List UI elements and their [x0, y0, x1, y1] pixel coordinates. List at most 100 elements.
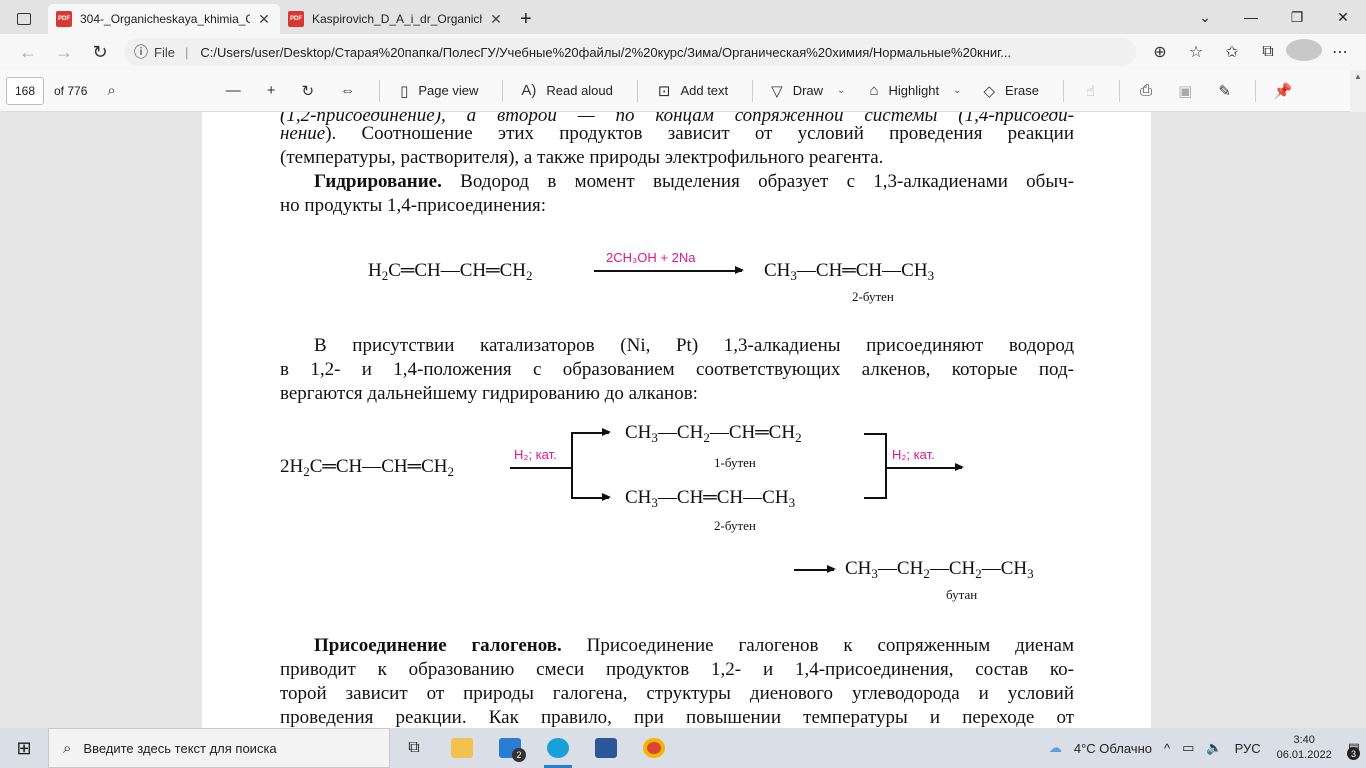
chevron-down-icon[interactable]: ⌄ — [837, 85, 845, 96]
text-box-icon: ⊡ — [657, 82, 671, 100]
book-icon: ▯ — [400, 82, 409, 100]
product-caption: бутан — [946, 587, 978, 602]
notifications-icon[interactable]: ▤3 — [1347, 740, 1360, 760]
formula-reactant: H2C═CH—CH═CH2 — [368, 260, 533, 283]
taskbar: ⊞ ⌕ Введите здесь текст для поиска ⧉ 2 ☁… — [0, 728, 1366, 768]
save-icon[interactable]: ▣ — [1178, 82, 1192, 100]
draw-button[interactable]: ▽ Draw ⌄ — [771, 82, 845, 100]
favorites-icon[interactable]: ✩ — [1214, 42, 1250, 62]
bracket-line — [864, 433, 886, 435]
zoom-icon[interactable]: ⊕ — [1142, 42, 1178, 62]
text-line: вергаются дальнейшему гидрированию до ал… — [280, 383, 698, 404]
bracket-line — [864, 497, 886, 499]
collections-icon[interactable]: ⧉ — [1250, 43, 1286, 61]
mail-badge: 2 — [512, 748, 526, 762]
close-window-button[interactable]: ✕ — [1320, 9, 1366, 26]
refresh-button[interactable]: ↻ — [82, 42, 118, 63]
volume-icon[interactable]: 🔈 — [1206, 740, 1222, 756]
tab-title: 304-_Organicheskaya_khimia_Ch — [80, 12, 250, 26]
scroll-up-icon[interactable]: ▲ — [1354, 72, 1362, 81]
mail-icon[interactable]: 2 — [486, 728, 534, 768]
windows-start-icon[interactable]: ⊞ — [0, 738, 48, 759]
chrome-icon[interactable] — [630, 728, 678, 768]
tab-bar: PDF 304-_Organicheskaya_khimia_Ch ✕ PDF … — [0, 0, 1366, 34]
fit-page-icon[interactable]: ⇔ — [340, 82, 355, 99]
back-button[interactable]: ← — [10, 42, 46, 63]
time: 3:40 — [1293, 734, 1315, 746]
text-line: В присутствии катализаторов (Ni, Pt) 1,3… — [314, 335, 1074, 356]
reaction-line — [510, 467, 572, 469]
rotate-icon[interactable]: ↻ — [302, 82, 315, 100]
divider — [752, 79, 754, 102]
close-icon[interactable]: ✕ — [256, 11, 272, 28]
date: 06.01.2022 — [1276, 749, 1332, 761]
eraser-icon: ◇ — [983, 82, 996, 100]
address-bar-row: ← → ↻ ⓘ File | C:/Users/user/Desktop/Ста… — [0, 34, 1366, 70]
network-icon[interactable]: ▭ — [1182, 740, 1194, 756]
tab-actions-button[interactable] — [0, 4, 48, 34]
add-text-button[interactable]: ⊡ Add text — [658, 82, 728, 100]
erase-button[interactable]: ◇ Erase — [983, 82, 1039, 100]
read-aloud-button[interactable]: A) Read aloud — [521, 82, 613, 99]
add-favorite-icon[interactable]: ☆ — [1178, 42, 1214, 62]
page-view-button[interactable]: ▯ Page view — [400, 82, 478, 100]
search-icon[interactable]: ⌕ — [107, 82, 115, 99]
new-tab-button[interactable]: + — [512, 4, 540, 34]
info-icon[interactable]: ⓘ — [134, 42, 148, 62]
address-icons: ⊕ ☆ ✩ ⧉ ⋯ — [1142, 38, 1366, 66]
highlighter-icon: ⌂ — [869, 82, 879, 99]
chevron-up-icon[interactable]: ^ — [1164, 741, 1170, 756]
divider — [636, 79, 638, 102]
erase-label: Erase — [1005, 83, 1039, 98]
reagent-label: 2CH₃OH + 2Na — [606, 250, 696, 265]
minimize-button[interactable]: — — [1228, 9, 1274, 25]
text-line: но продукты 1,4-присоединения: — [280, 195, 547, 216]
search-icon: ⌕ — [63, 739, 72, 757]
clock[interactable]: 3:40 06.01.2022 — [1277, 733, 1332, 763]
reagent-label: H₂; кат. — [892, 447, 935, 462]
reaction-arrow — [571, 429, 611, 435]
chevron-down-icon[interactable]: ⌄ — [1182, 9, 1228, 26]
language-indicator[interactable]: РУС — [1235, 741, 1261, 756]
divider — [502, 79, 504, 102]
print-icon[interactable]: ⎙ — [1140, 82, 1152, 99]
divider: | — [184, 44, 189, 60]
weather-text[interactable]: 4°C Облачно — [1074, 741, 1152, 756]
divider — [1254, 79, 1256, 102]
formula-reactant: 2H2C═CH—CH═CH2 — [280, 456, 455, 479]
product-caption: 2-бутен — [714, 518, 756, 533]
highlight-button[interactable]: ⌂ Highlight ⌄ — [869, 82, 961, 99]
cloud-icon: ☁ — [1048, 740, 1062, 755]
close-icon[interactable]: ✕ — [488, 11, 504, 28]
taskbar-search[interactable]: ⌕ Введите здесь текст для поиска — [48, 728, 390, 768]
text-line: проведения реакции. Как правило, при пов… — [280, 707, 1074, 728]
address-field[interactable]: ⓘ File | C:/Users/user/Desktop/Старая%20… — [124, 38, 1136, 66]
page-number-input[interactable]: 168 — [6, 76, 44, 105]
more-icon[interactable]: ⋯ — [1322, 42, 1358, 62]
word-icon[interactable] — [582, 728, 630, 768]
text-line: Присоединение галогенов. Присоединение г… — [314, 635, 1074, 656]
pdf-page: (1,2-присоединение), а второй — по конца… — [202, 112, 1151, 728]
draw-label: Draw — [792, 83, 824, 98]
tab-pdf-2[interactable]: PDF Kaspirovich_D_A_i_dr_Organiche ✕ — [280, 4, 512, 34]
forward-button[interactable]: → — [46, 42, 82, 63]
page-total: of 776 — [54, 83, 88, 98]
window-controls: ⌄ — ❐ ✕ — [1182, 0, 1366, 34]
task-view-icon[interactable]: ⧉ — [390, 728, 438, 768]
product-caption: 2-бутен — [852, 289, 894, 304]
tab-pdf-1[interactable]: PDF 304-_Organicheskaya_khimia_Ch ✕ — [48, 4, 280, 34]
zoom-out-icon[interactable]: — — [226, 82, 241, 99]
protocol-label: File — [154, 44, 175, 60]
edge-icon[interactable] — [534, 728, 582, 768]
zoom-in-icon[interactable]: + — [267, 82, 276, 99]
pin-icon[interactable]: 📌 — [1274, 82, 1293, 100]
restore-button[interactable]: ❐ — [1274, 9, 1320, 26]
pdf-icon: PDF — [288, 11, 304, 27]
file-explorer-icon[interactable] — [438, 728, 486, 768]
save-as-icon[interactable]: ✎ — [1218, 82, 1231, 100]
touch-icon[interactable]: ☝ — [1086, 82, 1095, 100]
chevron-down-icon[interactable]: ⌄ — [953, 85, 961, 96]
profile-avatar[interactable] — [1286, 38, 1322, 66]
page-view-label: Page view — [418, 83, 479, 98]
text-line: торой зависит от природы галогена, струк… — [280, 683, 1074, 704]
